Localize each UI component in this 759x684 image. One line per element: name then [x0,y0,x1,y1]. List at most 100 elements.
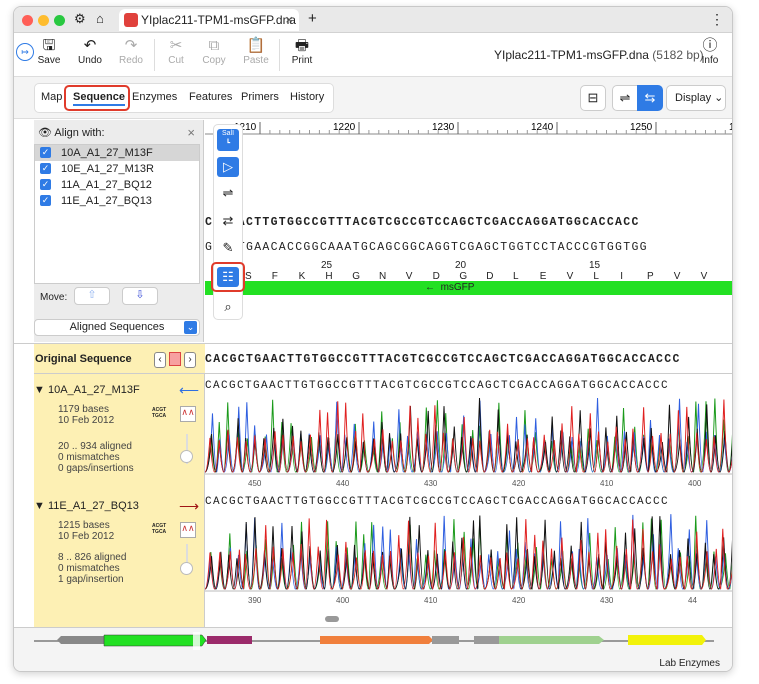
reference-sequence: CACGCTGAACTTGTGGCCGTTTACGTCGCCGTCCAGCTCG… [205,353,681,366]
read-alignment-stats: 20 .. 934 aligned 0 mismatches 0 gaps/inse… [58,441,134,474]
move-down-button[interactable]: ⇩ [122,287,158,305]
next-read-button[interactable]: › [184,352,196,368]
checkbox-checked[interactable]: ✓ [40,163,51,174]
zoom-window-button[interactable] [54,15,65,26]
read-name-row[interactable]: ▼ 10A_A1_27_M13F [34,384,140,396]
sequence-view[interactable]: 121012201230124012501260 CTGAACTTGTGGCCG… [205,120,732,342]
align-header: 👁 Align with: [38,127,105,139]
search-button[interactable]: ⌕ [217,297,239,317]
sequence-ruler-svg: 121012201230124012501260 [205,122,732,295]
map-viewport-marker [193,632,200,650]
top-strand: CTGAACTTGTGGCCGTTTACGTCGCCGTCCAGCTCGACCA… [205,216,640,229]
amino-acid: F [271,271,278,282]
document-name: YIplac211-TPM1-msGFP.dna (5182 bp) [494,48,704,62]
tab-features[interactable]: Features [189,91,232,103]
checkbox-checked[interactable]: ✓ [40,179,51,190]
base-call-icon[interactable]: ACGT TGCA [152,407,166,419]
amino-acid: V [566,271,574,282]
minimize-window-button[interactable] [38,15,49,26]
trace-axis-label: 410 [424,596,438,605]
ruler-label: 1250 [630,122,653,133]
previous-read-button[interactable]: ‹ [154,352,166,368]
undo-button[interactable]: ↶ Undo [70,37,110,66]
menu-dots-icon[interactable]: ⋮ [710,11,724,28]
swap-strands-button[interactable]: ⇄ [217,211,239,231]
amino-acid: S [245,271,252,282]
list-item[interactable]: ✓ 11E_A1_27_BQ13 [35,193,199,209]
copy-button[interactable]: ⧉ Copy [194,37,234,66]
list-item[interactable]: ✓ 10A_A1_27_M13F [35,145,199,161]
trace-axis-label: 420 [512,479,526,488]
msgfp-feature-label[interactable]: ← msGFP [425,282,474,293]
tab-primers[interactable]: Primers [241,91,279,103]
close-tab-icon[interactable]: × [285,9,293,31]
aligned-reads-list: ✓ 10A_A1_27_M13F ✓ 10E_A1_27_M13R ✓ 11A_A1_… [34,144,200,284]
amino-acid: N [379,271,387,282]
chromatogram-trace-2: 390 400 410 420 430 44 [205,514,732,605]
paste-button[interactable]: 📋 Paste [236,37,276,66]
read-sequence: CACGCTGAACTTGTGGCCGTTTACGTCGCCGTCCAGCTCG… [205,380,670,392]
single-line-toggle[interactable]: ⇆ [637,85,663,111]
move-up-button[interactable]: ⇧ [74,287,110,305]
toolbar-divider [279,39,280,71]
home-icon[interactable]: ⌂ [96,11,104,26]
amino-acid: V [405,271,413,282]
eye-icon[interactable]: 👁 [38,127,52,139]
lab-enzymes-label[interactable]: Lab Enzymes [659,658,720,669]
list-item[interactable]: ✓ 10E_A1_27_M13R [35,161,199,177]
trace-axis-label: 400 [336,596,350,605]
tool-palette: SalI ┗ ▷ ⇌ ⇄ ✎ ☷ ⌕ [211,124,245,320]
map-overview-bar[interactable]: Lab Enzymes [14,627,732,671]
trace-axis-label: 430 [600,596,614,605]
disclosure-triangle-icon: ▼ [34,384,45,396]
feature-tool-button[interactable]: ▷ [217,157,239,177]
trace-height-slider-thumb[interactable] [180,450,193,463]
enzyme-sali-button[interactable]: SalI ┗ [217,129,239,151]
redo-button[interactable]: ↷ Redo [111,37,151,66]
checkbox-checked[interactable]: ✓ [40,195,51,206]
trace-icon[interactable]: ∧∧ [180,522,196,538]
list-item[interactable]: ✓ 11A_A1_27_BQ12 [35,177,199,193]
show-enzymes-toggle[interactable]: ⊟ [580,85,606,111]
tab-history[interactable]: History [290,91,324,103]
read-name-row[interactable]: ▼ 11E_A1_27_BQ13 [34,500,139,512]
chromatogram-pane[interactable]: CACGCTGAACTTGTGGCCGTTTACGTCGCCGTCCAGCTCG… [205,344,732,627]
print-button[interactable]: 🖶 Print [282,37,322,66]
main-toolbar: ↦ 🖫 Save ↶ Undo ↷ Redo ✂ Cut ⧉ Copy 📋 Paste 🖶 P… [14,33,732,77]
trace-icon[interactable]: ∧∧ [180,406,196,422]
info-button[interactable]: ⓘ Info [690,37,730,66]
snapgene-document-icon [124,13,138,27]
save-button[interactable]: 🖫 Save [29,37,69,66]
settings-gear-icon[interactable]: ⚙ [74,11,86,27]
amino-acid-number: 20 [455,260,467,271]
undo-icon: ↶ [83,37,97,54]
checkbox-checked[interactable]: ✓ [40,147,51,158]
close-align-panel-icon[interactable]: × [187,125,195,140]
trace-axis-label: 450 [248,479,262,488]
view-tabs-bar: Map Sequence Enzymes Features Primers Hi… [14,77,732,119]
move-label: Move: [40,292,68,303]
strands-button[interactable]: ⇌ [217,183,239,203]
cut-button[interactable]: ✂ Cut [156,37,196,66]
document-tab[interactable]: YIplac211-TPM1-msGFP.dna × [119,9,299,31]
amino-acid-number: 25 [321,260,333,271]
read-color-swatch[interactable] [169,352,181,366]
aligned-sequences-select[interactable]: Aligned Sequences ⌄ [34,319,200,336]
trace-height-slider-thumb[interactable] [180,562,193,575]
read-direction-arrow-icon: ⟵ [179,382,200,398]
pencil-tool-button[interactable]: ✎ [217,238,239,258]
ruler-label: 1220 [333,122,356,133]
amino-acid: I [620,271,623,282]
title-bar: ⚙ ⌂ YIplac211-TPM1-msGFP.dna × + ⋮ [14,7,732,33]
toolbar-divider [154,39,155,71]
wrap-sequence-toggle[interactable]: ⇌ [612,85,638,111]
feature-segment [207,636,252,644]
horizontal-scroll-thumb[interactable] [325,616,339,622]
base-call-icon[interactable]: ACGT TGCA [152,523,166,535]
tab-enzymes[interactable]: Enzymes [132,91,177,103]
tab-map[interactable]: Map [41,91,62,103]
display-dropdown[interactable]: Display ⌄ [666,85,726,111]
new-tab-button[interactable]: + [308,10,317,27]
collapse-icon: ⊟ [587,90,599,105]
close-window-button[interactable] [22,15,33,26]
